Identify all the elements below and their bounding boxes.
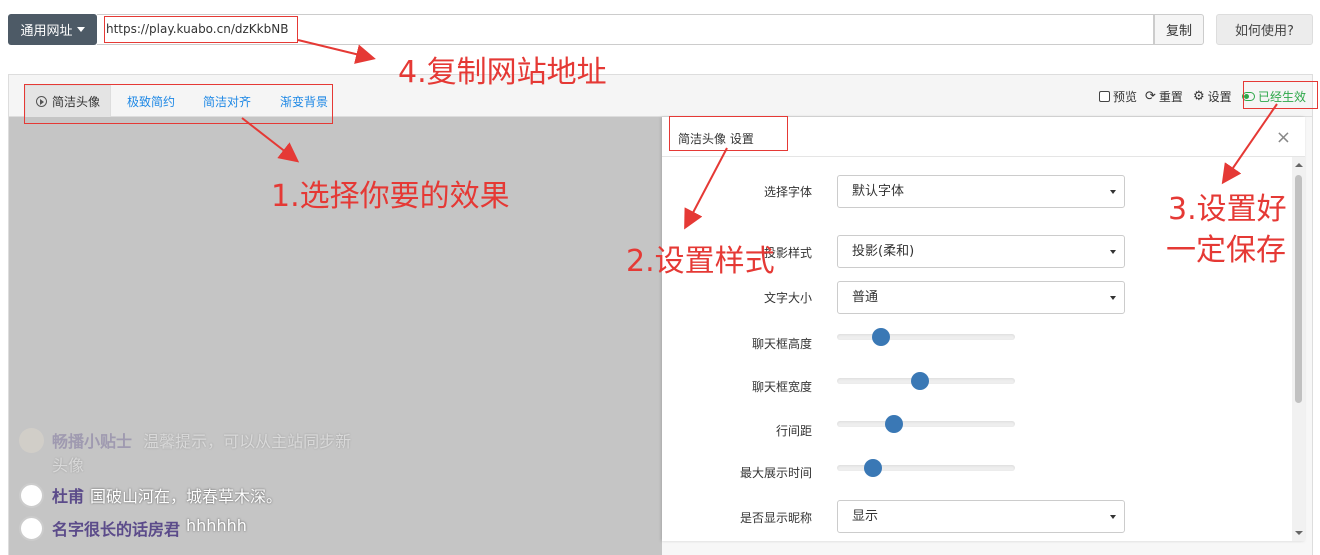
annotation-box-title	[669, 116, 788, 151]
chat-text: 温馨提示，可以从主站同步新	[143, 432, 352, 451]
duration-label: 最大展示时间	[739, 466, 812, 480]
annotation-step3-line2: 一定保存	[1166, 233, 1286, 268]
annotation-step1: 1.选择你要的效果	[271, 179, 510, 214]
avatar	[19, 483, 44, 508]
slider-handle[interactable]	[910, 372, 929, 390]
close-icon[interactable]: ×	[1276, 127, 1291, 148]
checkbox-icon	[1099, 91, 1110, 102]
scroll-thumb[interactable]	[1295, 175, 1302, 403]
spacing-slider[interactable]	[837, 415, 1015, 433]
chat-text: 国破山河在，城春草木深。	[90, 487, 283, 506]
settings-drawer: 简洁头像 设置 × 选择字体 默认字体 投影样式 投影(柔和) 文字大小 普通 …	[662, 117, 1305, 541]
size-label: 文字大小	[763, 291, 812, 305]
chat-nick: 杜甫	[52, 487, 85, 506]
preview-toggle[interactable]: 预览	[1099, 88, 1137, 105]
url-type-label: 通用网址	[20, 24, 73, 39]
annotation-box-tabs	[24, 84, 333, 124]
scroll-up-icon[interactable]	[1295, 163, 1303, 167]
help-button[interactable]: 如何使用?	[1216, 14, 1313, 45]
avatar	[19, 428, 44, 453]
font-select[interactable]: 默认字体	[837, 175, 1125, 208]
width-slider[interactable]	[837, 372, 1015, 390]
annotation-step3-line1: 3.设置好	[1168, 192, 1287, 227]
settings-label: 设置	[1207, 90, 1232, 104]
app-root: 通用网址 https://play.kuabo.cn/dzKkbNB 复制 如何…	[0, 0, 1320, 555]
drawer-scrollbar[interactable]	[1292, 157, 1305, 541]
shadow-select[interactable]: 投影(柔和)	[837, 235, 1125, 268]
reset-label: 重置	[1158, 90, 1183, 104]
slider-handle[interactable]	[872, 328, 891, 346]
font-label: 选择字体	[763, 185, 812, 199]
duration-slider[interactable]	[837, 459, 1015, 477]
annotation-box-status	[1243, 81, 1318, 109]
chat-message: 名字很长的话房君 hhhhhh	[19, 516, 247, 541]
preview-label: 预览	[1113, 90, 1138, 104]
settings-button[interactable]: ⚙ 设置	[1193, 88, 1232, 105]
annotation-box-url	[104, 16, 298, 43]
nickname-select[interactable]: 显示	[837, 500, 1125, 533]
chat-message: 畅播小贴士 温馨提示，可以从主站同步新 头像	[19, 428, 412, 476]
gear-icon: ⚙	[1193, 89, 1205, 104]
effect-panel: 简洁头像 极致简约 简洁对齐 渐变背景 预览 ⟳ 重置 ⚙ 设置 已经生效 畅播…	[8, 74, 1313, 555]
chat-text: hhhhhh	[186, 516, 247, 535]
avatar	[19, 516, 44, 541]
caret-down-icon	[76, 27, 85, 32]
slider-handle[interactable]	[885, 415, 903, 433]
chat-text-cont: 头像	[52, 456, 85, 475]
annotation-step2: 2.设置样式	[626, 244, 775, 279]
refresh-icon: ⟳	[1145, 89, 1156, 104]
slider-handle[interactable]	[864, 459, 883, 477]
size-select[interactable]: 普通	[837, 281, 1125, 314]
width-label: 聊天框宽度	[751, 380, 812, 394]
annotation-step4: 4.复制网站地址	[398, 55, 607, 90]
copy-button[interactable]: 复制	[1154, 14, 1204, 45]
nickname-label: 是否显示昵称	[739, 511, 812, 525]
chat-nick: 畅播小贴士	[52, 432, 133, 451]
url-type-dropdown[interactable]: 通用网址	[8, 14, 97, 45]
spacing-label: 行间距	[775, 424, 812, 438]
chat-message: 杜甫 国破山河在，城春草木深。	[19, 483, 282, 508]
height-slider[interactable]	[837, 328, 1015, 346]
scroll-down-icon[interactable]	[1295, 531, 1303, 535]
reset-button[interactable]: ⟳ 重置	[1145, 88, 1183, 105]
height-label: 聊天框高度	[751, 337, 812, 351]
chat-nick: 名字很长的话房君	[52, 520, 181, 539]
